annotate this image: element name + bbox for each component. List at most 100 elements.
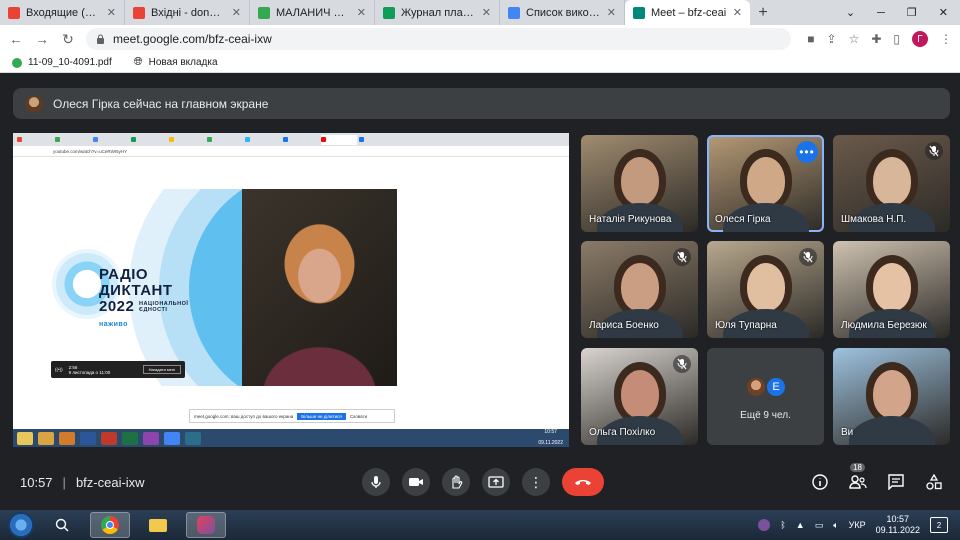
participant-tile[interactable]: Лариса Боенко [581, 241, 698, 338]
participant-tile[interactable]: Людмила Березюк [833, 241, 950, 338]
shared-clock-date: 09.11.2022 [538, 440, 563, 446]
shared-browser-tabs [13, 133, 569, 146]
back-button[interactable]: ← [8, 31, 24, 47]
viber-taskbar-button[interactable] [186, 512, 226, 538]
shared-app-icon [122, 431, 138, 445]
participant-face [620, 370, 659, 418]
video-thumbnail: РАДІО ДИКТАНТ 2022 НАЦІОНАЛЬНОЇ ЄДНОСТІ … [49, 189, 397, 386]
participant-name: Олеся Гірка [715, 214, 771, 225]
share-icon[interactable]: ⇪ [827, 32, 837, 46]
explorer-taskbar-button[interactable] [138, 512, 178, 538]
tab-close-icon[interactable]: ✕ [357, 6, 366, 19]
participant-tile[interactable]: Ви [833, 348, 950, 445]
minimize-button[interactable]: ─ [877, 7, 885, 19]
participant-avatar [745, 376, 767, 398]
presenter-banner: Олеся Гірка сейчас на главном экране [13, 88, 950, 119]
volume-icon[interactable]: 🔈︎ [833, 520, 838, 531]
more-participants-label: Ещё 9 чел. [740, 410, 791, 421]
shared-app-icon [185, 431, 201, 445]
search-taskbar-button[interactable] [42, 512, 82, 538]
notification-count: 2 [936, 520, 942, 530]
profile-avatar[interactable]: Г [912, 31, 928, 47]
bookmark-star-icon[interactable]: ☆ [849, 32, 860, 46]
more-participants-tile[interactable]: E Ещё 9 чел. [707, 348, 824, 445]
remind-button[interactable]: Нагадати мені [142, 365, 181, 374]
camera-in-use-icon[interactable]: ■ [807, 32, 814, 46]
video-title: РАДІО ДИКТАНТ 2022 НАЦІОНАЛЬНОЇ ЄДНОСТІ … [99, 266, 188, 333]
tab-close-icon[interactable]: ✕ [107, 6, 116, 19]
menu-icon[interactable]: ⋮ [940, 32, 952, 46]
hand-icon [452, 475, 463, 489]
tab-close-icon[interactable]: ✕ [607, 6, 616, 19]
tile-options-button[interactable]: ••• [796, 141, 818, 163]
presenter-avatar [25, 94, 43, 113]
browser-tab[interactable]: Журнал планування ✕ [375, 0, 500, 25]
tab-close-icon[interactable]: ✕ [733, 6, 742, 19]
share-text: meet.google.com: ваш доступ до вашого ек… [194, 413, 294, 419]
shared-tab [245, 135, 281, 145]
participant-name: Шмакова Н.П. [841, 214, 907, 225]
shared-app-icon [80, 431, 96, 445]
chat-button[interactable] [886, 472, 906, 492]
shared-tab [283, 135, 319, 145]
tab-search-icon[interactable]: ⌄ [846, 6, 855, 19]
browser-tab[interactable]: Вхідні - donoenc@ ✕ [125, 0, 250, 25]
bookmark-label: Новая вкладка [148, 57, 218, 68]
tab-close-icon[interactable]: ✕ [482, 6, 491, 19]
participant-avatar: E [765, 376, 787, 398]
activities-button[interactable] [924, 472, 944, 492]
browser-tab[interactable]: Список виконавців ✕ [500, 0, 625, 25]
participant-tile[interactable]: Олеся Гірка ••• [707, 135, 824, 232]
present-button[interactable] [482, 468, 510, 496]
raise-hand-button[interactable] [442, 468, 470, 496]
hide-button[interactable]: Сховати [350, 414, 367, 419]
chat-icon [888, 474, 904, 490]
notification-button[interactable]: 2 [930, 517, 948, 533]
address-bar[interactable]: meet.google.com/bfz-ceai-ixw [86, 28, 792, 50]
language-indicator[interactable]: УКР [849, 520, 866, 530]
tab-close-icon[interactable]: ✕ [232, 6, 241, 19]
viber-tray-icon[interactable] [758, 519, 771, 531]
stop-sharing-button[interactable]: Більше не ділитися [297, 412, 346, 420]
bluetooth-icon[interactable]: ᛒ [780, 520, 785, 530]
participant-tile[interactable]: Наталія Рикунова [581, 135, 698, 232]
new-tab-button[interactable]: + [750, 0, 776, 25]
browser-tab[interactable]: Meet – bfz-ceai ✕ [625, 0, 750, 25]
start-button[interactable] [8, 512, 34, 538]
reload-button[interactable]: ↻ [60, 31, 76, 48]
lock-icon [97, 34, 104, 44]
shared-tab [131, 135, 167, 145]
participant-tile[interactable]: Шмакова Н.П. [833, 135, 950, 232]
side-panel-icon[interactable]: ▯ [893, 32, 900, 46]
microphone-button[interactable] [362, 468, 390, 496]
speaker-photo [242, 189, 397, 386]
network-icon[interactable]: ▲ [796, 520, 805, 530]
title-live: наживо [99, 321, 128, 328]
battery-icon[interactable]: ▭ [815, 520, 824, 531]
url-text: meet.google.com/bfz-ceai-ixw [113, 32, 272, 46]
shared-address-bar: youtube.com/watch?v=uCeRWI5yHY [13, 146, 569, 157]
leave-call-button[interactable] [562, 468, 604, 496]
extensions-icon[interactable]: ✚ [871, 32, 881, 46]
browser-tab[interactable]: МАЛАНИЧ О.Б - G ✕ [250, 0, 375, 25]
browser-tab[interactable]: Входящие (473) - ✕ [0, 0, 125, 25]
meeting-details-button[interactable] [810, 472, 830, 492]
search-icon [55, 518, 69, 532]
title-line-1: РАДІО [99, 266, 149, 283]
side-controls: 18 [810, 463, 944, 492]
close-window-button[interactable]: ✕ [939, 6, 948, 19]
screen-share-bar: meet.google.com: ваш доступ до вашого ек… [189, 409, 395, 423]
forward-button[interactable]: → [34, 31, 50, 47]
tab-favicon-icon [633, 6, 645, 19]
more-options-button[interactable]: ⋮ [522, 468, 550, 496]
camera-button[interactable] [402, 468, 430, 496]
player-status: 9 листопада о 11:00 [68, 369, 111, 375]
participant-tile[interactable]: Ольга Похілко [581, 348, 698, 445]
people-button[interactable]: 18 [848, 463, 868, 492]
restore-button[interactable]: ❐ [907, 6, 917, 19]
bookmark-new-tab[interactable]: 🌐︎ Новая вкладка [134, 56, 218, 69]
participant-tile[interactable]: Юля Тупарна [707, 241, 824, 338]
os-clock[interactable]: 10:57 09.11.2022 [876, 514, 920, 536]
chrome-taskbar-button[interactable] [90, 512, 130, 538]
bookmark-pdf[interactable]: 11-09_10-4091.pdf [12, 57, 112, 68]
